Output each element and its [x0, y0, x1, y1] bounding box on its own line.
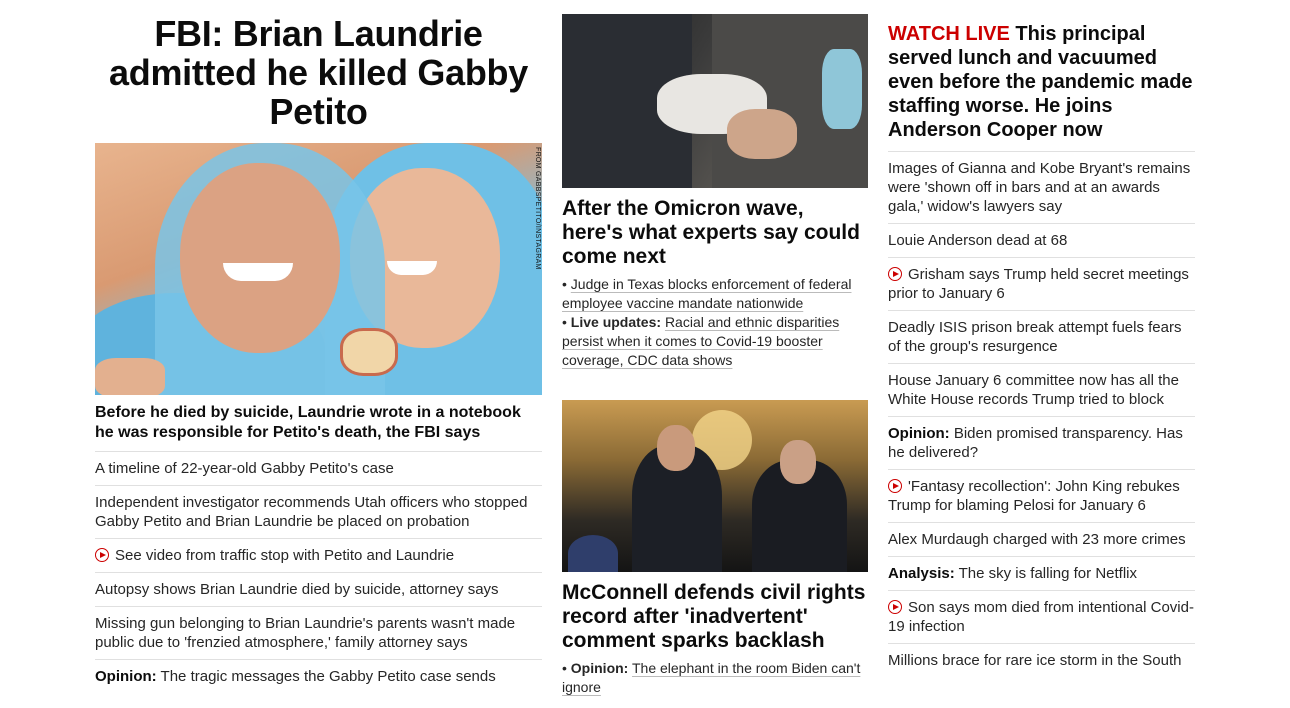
omicron-related: • Judge in Texas blocks enforcement of f…	[562, 275, 868, 370]
list-item[interactable]: Opinion: Biden promised transparency. Ha…	[888, 417, 1195, 470]
mcconnell-story-image[interactable]	[562, 400, 868, 572]
list-item[interactable]: See video from traffic stop with Petito …	[95, 539, 542, 573]
middle-column: After the Omicron wave, here's what expe…	[562, 14, 868, 697]
play-icon	[888, 479, 902, 493]
list-item[interactable]: • Live updates: Racial and ethnic dispar…	[562, 313, 868, 370]
play-icon	[888, 600, 902, 614]
right-column: WATCH LIVE This principal served lunch a…	[888, 22, 1195, 677]
list-item[interactable]: • Opinion: The elephant in the room Bide…	[562, 659, 868, 697]
lead-story-image[interactable]: FROM GABBSPETITO/INSTAGRAM	[95, 143, 542, 395]
list-item[interactable]: Autopsy shows Brian Laundrie died by sui…	[95, 573, 542, 607]
mcconnell-headline[interactable]: McConnell defends civil rights record af…	[562, 581, 868, 653]
list-item[interactable]: Opinion: The tragic messages the Gabby P…	[95, 660, 542, 693]
list-item[interactable]: • Judge in Texas blocks enforcement of f…	[562, 275, 868, 313]
list-item[interactable]: Deadly ISIS prison break attempt fuels f…	[888, 311, 1195, 364]
list-item[interactable]: Analysis: The sky is falling for Netflix	[888, 557, 1195, 591]
list-item[interactable]: 'Fantasy recollection': John King rebuke…	[888, 470, 1195, 523]
list-item[interactable]: Independent investigator recommends Utah…	[95, 486, 542, 539]
live-updates-label: Live updates:	[570, 314, 662, 330]
image-credit: FROM GABBSPETITO/INSTAGRAM	[534, 147, 541, 270]
opinion-label: Opinion:	[888, 425, 950, 442]
opinion-label: Opinion:	[570, 660, 629, 676]
list-item[interactable]: Millions brace for rare ice storm in the…	[888, 644, 1195, 677]
lead-subheadline[interactable]: Before he died by suicide, Laundrie wrot…	[95, 403, 542, 452]
analysis-label: Analysis:	[888, 565, 955, 582]
lead-related-list: A timeline of 22-year-old Gabby Petito's…	[95, 452, 542, 693]
omicron-headline[interactable]: After the Omicron wave, here's what expe…	[562, 197, 868, 269]
list-item[interactable]: A timeline of 22-year-old Gabby Petito's…	[95, 452, 542, 486]
list-item[interactable]: Images of Gianna and Kobe Bryant's remai…	[888, 152, 1195, 224]
omicron-story-image[interactable]	[562, 14, 868, 188]
watch-live-label[interactable]: WATCH LIVE	[888, 23, 1010, 45]
list-item[interactable]: Louie Anderson dead at 68	[888, 224, 1195, 258]
list-item[interactable]: Alex Murdaugh charged with 23 more crime…	[888, 523, 1195, 557]
list-item[interactable]: House January 6 committee now has all th…	[888, 364, 1195, 417]
play-icon	[888, 267, 902, 281]
list-item[interactable]: Missing gun belonging to Brian Laundrie'…	[95, 607, 542, 660]
mcconnell-related: • Opinion: The elephant in the room Bide…	[562, 659, 868, 697]
watch-live-headline[interactable]: WATCH LIVE This principal served lunch a…	[888, 22, 1195, 142]
list-item[interactable]: Grisham says Trump held secret meetings …	[888, 258, 1195, 311]
lead-story-column: FBI: Brian Laundrie admitted he killed G…	[95, 14, 542, 693]
play-icon	[95, 548, 109, 562]
lead-headline[interactable]: FBI: Brian Laundrie admitted he killed G…	[95, 14, 542, 131]
headline-list: Images of Gianna and Kobe Bryant's remai…	[888, 151, 1195, 677]
opinion-label: Opinion:	[95, 668, 157, 685]
list-item[interactable]: Son says mom died from intentional Covid…	[888, 591, 1195, 644]
